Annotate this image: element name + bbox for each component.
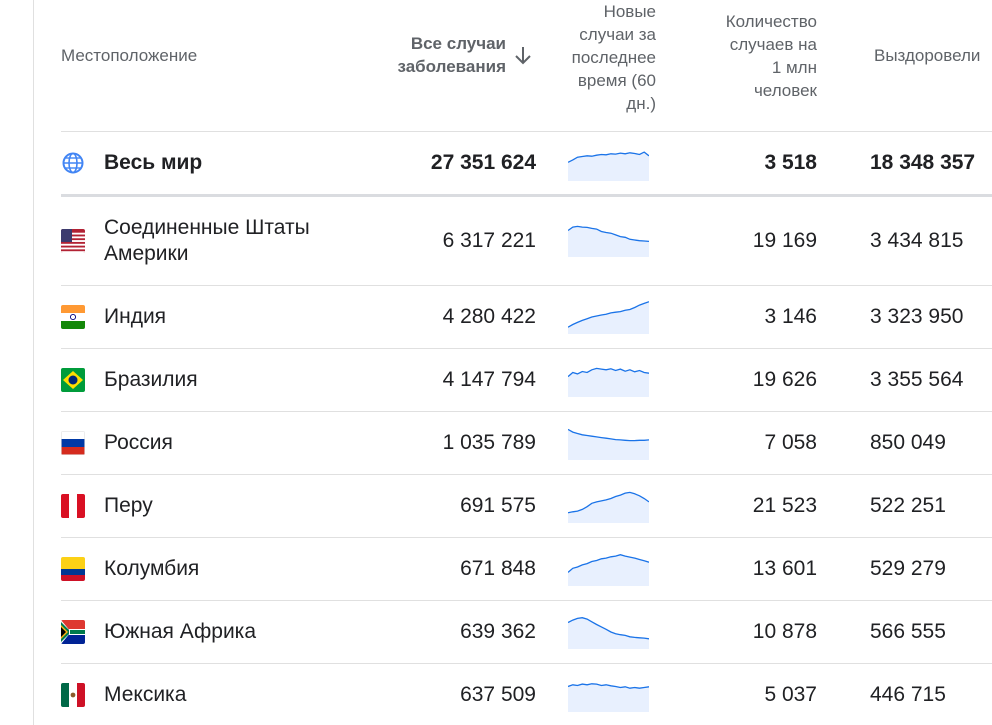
- recovered-count: 3 355 564: [870, 368, 964, 391]
- location-name: Мексика: [104, 683, 187, 706]
- total-cases: 4 147 794: [442, 368, 536, 391]
- location-name-line2: Америки: [104, 242, 189, 265]
- arrow-down-icon[interactable]: [512, 44, 534, 68]
- location-name: Соединенные Штаты Америки: [104, 215, 310, 267]
- total-cases: 6 317 221: [442, 229, 536, 252]
- cases-per-million: 3 518: [764, 151, 817, 174]
- trend-sparkline: [568, 617, 649, 649]
- cases-per-million: 21 523: [752, 494, 817, 517]
- sparkline-area: [568, 492, 649, 523]
- trend-sparkline: [568, 301, 649, 334]
- header-new-cases[interactable]: Новые случаи за последнее время (60 дн.): [548, 0, 656, 115]
- location-name-line1: Соединенные Штаты: [104, 216, 310, 239]
- header-location[interactable]: Местоположение: [61, 44, 197, 67]
- location-name: Колумбия: [104, 557, 200, 580]
- location-name: Россия: [104, 431, 173, 454]
- sparkline-area: [568, 617, 649, 649]
- cases-per-million: 3 146: [764, 305, 817, 328]
- cases-per-million: 19 626: [752, 368, 817, 391]
- total-cases: 1 035 789: [442, 431, 536, 454]
- colombia-flag-icon: [61, 557, 85, 581]
- total-cases: 637 509: [460, 683, 536, 706]
- recovered-count: 18 348 357: [870, 151, 976, 174]
- total-cases: 27 351 624: [430, 151, 536, 174]
- table-row[interactable]: Южная Африка 639 362 10 878 566 555: [0, 601, 992, 663]
- location-name: Южная Африка: [104, 620, 257, 643]
- header-recovered[interactable]: Выздоровели: [874, 44, 980, 67]
- world-row[interactable]: Весь мир 27 351 624 3 518 18 348 357: [0, 132, 992, 195]
- recovered-count: 529 279: [870, 557, 946, 580]
- brazil-flag-icon: [61, 368, 85, 392]
- trend-sparkline: [568, 225, 649, 257]
- cases-per-million: 13 601: [752, 557, 817, 580]
- mexico-flag-icon: [61, 683, 85, 707]
- header-new-line: время (60: [577, 71, 656, 90]
- table-row[interactable]: Индия 4 280 422 3 146 3 323 950: [0, 286, 992, 348]
- header-new-line: Новые: [603, 2, 656, 21]
- us-flag-icon: [61, 229, 85, 253]
- header-permln-line: 1 млн: [771, 58, 817, 77]
- header-new-line: случаи за: [579, 25, 656, 44]
- cases-per-million: 7 058: [764, 431, 817, 454]
- trend-sparkline: [568, 683, 649, 712]
- cases-per-million: 10 878: [752, 620, 817, 643]
- recovered-count: 3 323 950: [870, 305, 964, 328]
- total-cases: 4 280 422: [442, 305, 536, 328]
- cases-per-million: 5 037: [764, 683, 817, 706]
- location-name: Весь мир: [104, 151, 203, 174]
- cases-per-million: 19 169: [752, 229, 817, 252]
- peru-flag-icon: [61, 494, 85, 518]
- trend-sparkline: [568, 151, 649, 181]
- header-per-million[interactable]: Количество случаев на 1 млн человек: [686, 10, 817, 102]
- table-row[interactable]: Колумбия 671 848 13 601 529 279: [0, 538, 992, 600]
- header-permln-line: Количество: [725, 12, 817, 31]
- recovered-count: 566 555: [870, 620, 946, 643]
- total-cases: 639 362: [460, 620, 536, 643]
- globe-icon: [62, 152, 84, 174]
- total-cases: 671 848: [460, 557, 536, 580]
- trend-sparkline: [568, 554, 649, 586]
- header-permln-line: человек: [753, 81, 817, 100]
- header-total-cases[interactable]: Все случаи заболевания: [378, 32, 507, 78]
- location-name: Индия: [104, 305, 167, 328]
- sparkline-area: [568, 226, 649, 257]
- location-name: Перу: [104, 494, 153, 517]
- trend-sparkline: [568, 367, 649, 397]
- recovered-count: 522 251: [870, 494, 946, 517]
- table-row[interactable]: Мексика 637 509 5 037 446 715: [0, 664, 992, 725]
- table-row[interactable]: Россия 1 035 789 7 058 850 049: [0, 412, 992, 474]
- header-new-line: последнее: [571, 48, 656, 67]
- header-new-line: дн.): [626, 94, 656, 113]
- table-row[interactable]: Перу 691 575 21 523 522 251: [0, 475, 992, 537]
- total-cases: 691 575: [460, 494, 536, 517]
- trend-sparkline: [568, 428, 649, 460]
- india-flag-icon: [61, 305, 85, 329]
- trend-sparkline: [568, 491, 649, 523]
- recovered-count: 3 434 815: [870, 229, 964, 252]
- table-row[interactable]: Соединенные Штаты Америки 6 317 221 19 1…: [0, 197, 992, 285]
- recovered-count: 850 049: [870, 431, 946, 454]
- south-africa-flag-icon: [61, 620, 85, 644]
- russia-flag-icon: [61, 431, 85, 455]
- header-total-line1: Все случаи: [410, 34, 506, 53]
- header-permln-line: случаев на: [729, 35, 817, 54]
- table-row[interactable]: Бразилия 4 147 794 19 626 3 355 564: [0, 349, 992, 411]
- location-name: Бразилия: [104, 368, 198, 391]
- recovered-count: 446 715: [870, 683, 946, 706]
- header-total-line2: заболевания: [397, 57, 507, 76]
